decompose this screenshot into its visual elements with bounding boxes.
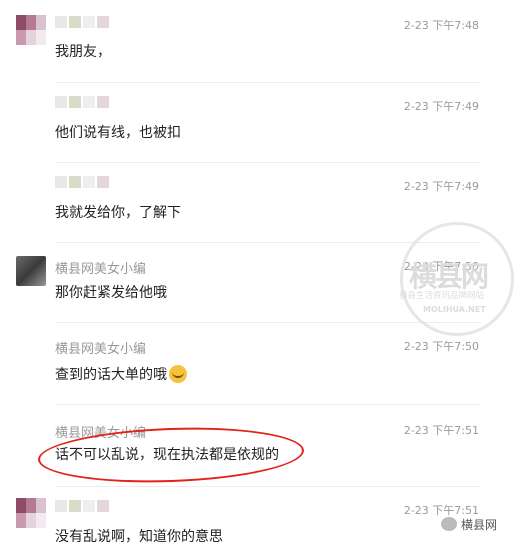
message-text: 查到的话大单的哦 [55, 364, 187, 384]
divider [55, 162, 481, 163]
editor-avatar[interactable] [16, 256, 46, 286]
message-time: 2-23 下午7:49 [403, 180, 479, 193]
message-text: 那你赶紧发给他哦 [55, 285, 167, 301]
divider [55, 404, 481, 405]
message-time: 2-23 下午7:51 [403, 424, 479, 437]
sender-name-blurred [55, 500, 165, 516]
message-time: 2-23 下午7:48 [403, 19, 479, 32]
message-text-content: 查到的话大单的哦 [55, 367, 167, 383]
divider [55, 322, 481, 323]
sender-name-blurred [55, 16, 165, 32]
user-avatar[interactable] [16, 498, 46, 528]
watermark-sub: 横县生活资讯品牌网站 [399, 291, 485, 301]
watermark-url: MOLIHUA.NET [423, 305, 486, 314]
message-text: 他们说有线，也被扣 [55, 125, 181, 141]
sender-name: 横县网美女小编 [55, 342, 147, 357]
sender-name-blurred [55, 176, 165, 192]
message-time: 2-23 下午7:49 [403, 100, 479, 113]
footer-logo: 横县网 [441, 516, 497, 533]
user-avatar[interactable] [16, 15, 46, 45]
laughing-crying-emoji-icon [169, 365, 187, 383]
sender-name: 横县网美女小编 [55, 262, 147, 277]
site-watermark: 横县网 横县生活资讯品牌网站 MOLIHUA.NET [399, 222, 514, 336]
sender-name-blurred [55, 96, 165, 112]
message-text: 没有乱说啊，知道你的意思 [55, 529, 223, 545]
divider [55, 486, 481, 487]
message-text: 我朋友， [55, 44, 111, 60]
message-time: 2-23 下午7:50 [403, 340, 479, 353]
wechat-icon [441, 517, 457, 531]
message-text: 我就发给你，了解下 [55, 205, 181, 221]
divider [55, 82, 481, 83]
footer-label: 横县网 [461, 518, 498, 532]
